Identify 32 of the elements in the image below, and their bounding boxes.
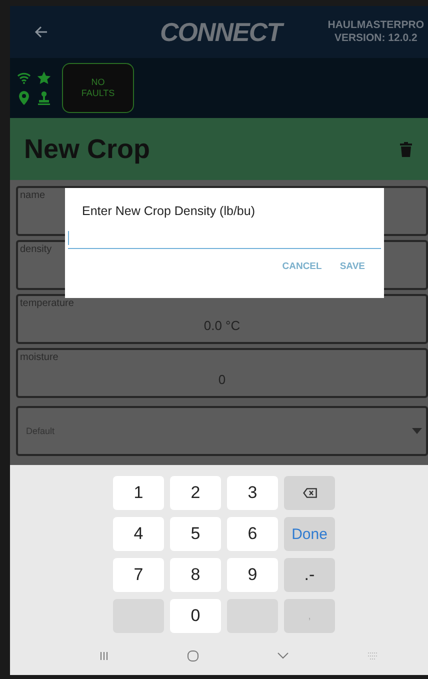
- digit-key[interactable]: 5: [170, 517, 221, 551]
- wifi-icon: [17, 72, 31, 84]
- digit-key[interactable]: 4: [113, 517, 164, 551]
- dialog-title: Enter New Crop Density (lb/bu): [82, 204, 256, 218]
- app-name: HAULMASTERPRO: [328, 19, 424, 32]
- symbol-key[interactable]: .-: [284, 558, 335, 592]
- star-icon: [37, 71, 51, 85]
- dropdown-arrow-icon: [412, 428, 422, 434]
- backspace-key[interactable]: [284, 476, 335, 510]
- page-title: New Crop: [24, 134, 150, 164]
- backspace-icon: [302, 488, 316, 498]
- stamp-icon: [38, 91, 50, 105]
- chevron-down-icon[interactable]: [277, 652, 289, 660]
- digit-key[interactable]: 3: [227, 476, 278, 510]
- field-value: 0: [218, 372, 226, 386]
- digit-key[interactable]: 6: [227, 517, 278, 551]
- field-value: 0.0 °C: [204, 318, 240, 332]
- home-icon[interactable]: [187, 650, 199, 662]
- back-arrow-icon[interactable]: [34, 25, 48, 39]
- input-field[interactable]: [68, 228, 381, 249]
- digit-key[interactable]: 1: [113, 476, 164, 510]
- digit-key[interactable]: 0: [170, 599, 221, 633]
- digit-key[interactable]: 8: [170, 558, 221, 592]
- digit-key[interactable]: 2: [170, 476, 221, 510]
- app-logo: CONNECT: [160, 16, 282, 48]
- app-version: VERSION: 12.0.2: [334, 32, 418, 45]
- fault-status-badge[interactable]: NO FAULTS: [62, 63, 134, 113]
- digit-key[interactable]: 7: [113, 558, 164, 592]
- trash-icon[interactable]: [400, 142, 412, 156]
- recent-apps-icon[interactable]: [99, 651, 109, 661]
- digit-key[interactable]: 9: [227, 558, 278, 592]
- location-pin-icon: [18, 91, 30, 105]
